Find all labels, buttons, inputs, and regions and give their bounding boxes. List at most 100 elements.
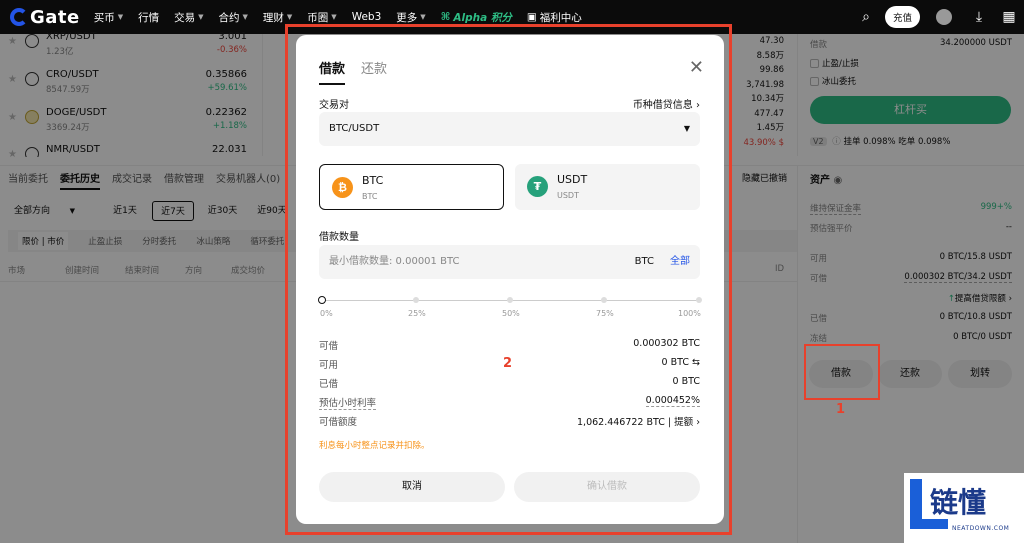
info-value: 0 BTC ⇆ (661, 357, 700, 368)
nav-label: Alpha 积分 (453, 11, 512, 24)
nav-label: 交易 (174, 11, 196, 24)
watermark-brand: 链懂 (930, 486, 987, 519)
slider-tick-label: 50% (502, 309, 520, 318)
nav-label: Web3 (351, 11, 382, 23)
nav-label: 更多 (396, 11, 418, 24)
tab-repay[interactable]: 还款 (361, 58, 387, 85)
nav-item-trade[interactable]: 交易 ▼ (174, 10, 203, 25)
gate-logo[interactable]: Gate (10, 7, 80, 28)
info-label: 已借 (319, 379, 339, 390)
gift-icon: ▣ (526, 11, 537, 23)
pair-label: 交易对 (319, 100, 349, 111)
coin-sub: USDT (557, 191, 579, 200)
annotation-label-1: 1 (836, 402, 846, 417)
nav-item-welfare[interactable]: ▣ 福利中心 (527, 10, 582, 25)
info-label: 可借额度 (319, 417, 358, 428)
info-value: 0 BTC (672, 376, 700, 387)
nav-label: 理财 (262, 11, 284, 24)
slider-tick-label: 25% (408, 309, 426, 318)
amount-label: 借款数量 (319, 232, 359, 243)
info-label: 预估小时利率 (319, 395, 377, 410)
nav-item-alpha[interactable]: ⌘ Alpha 积分 (441, 10, 512, 25)
amount-placeholder: 最小借款数量: 0.00001 BTC (329, 256, 460, 267)
interest-note: 利息每小时整点记录并扣除。 (319, 441, 430, 451)
annotation-label-2: 2 (503, 356, 513, 371)
confirm-borrow-button[interactable]: 确认借款 (514, 472, 700, 502)
avatar[interactable] (936, 9, 952, 25)
gate-logo-mark (10, 8, 28, 26)
nav-label: 币圈 (307, 11, 329, 24)
nav-item-web3[interactable]: Web3 (352, 10, 382, 25)
logo-text: Gate (30, 6, 80, 28)
chevron-down-icon: ▼ (331, 13, 337, 21)
btc-coin-icon: ₿ (332, 177, 353, 198)
info-hourly-rate: 预估小时利率 0.000452% (319, 395, 700, 410)
coin-name: USDT (557, 173, 588, 186)
slider-tick[interactable] (601, 297, 607, 303)
chevron-down-icon: ▼ (286, 13, 293, 21)
pair-select[interactable]: BTC/USDT ▼ (319, 112, 700, 146)
slider-tick-label: 75% (596, 309, 614, 318)
raise-quota-text: 提额 (674, 417, 694, 428)
deposit-button[interactable]: 充值 (884, 6, 920, 28)
caret-down-icon: ▼ (683, 124, 690, 133)
amount-input[interactable]: 最小借款数量: 0.00001 BTC BTC 全部 (319, 245, 700, 279)
nav-item-more[interactable]: 更多 ▼ (396, 10, 425, 25)
download-icon[interactable]: ⤓ (971, 9, 987, 25)
tab-borrow[interactable]: 借款 (319, 58, 346, 85)
coin-sub: BTC (362, 192, 378, 201)
slider-tick-label: 100% (678, 309, 701, 318)
watermark-logo: 链懂 NEATDOWN.COM (904, 473, 1024, 543)
coin-option-btc[interactable]: ₿ BTC BTC (319, 164, 504, 210)
chevron-down-icon: ▼ (420, 13, 426, 21)
chevron-down-icon: ▼ (117, 13, 124, 21)
amount-slider[interactable] (318, 296, 702, 304)
slider-tick[interactable] (507, 297, 513, 303)
alpha-icon: ⌘ (440, 11, 451, 23)
coin-info-text: 币种借贷信息 (632, 100, 693, 111)
info-borrowable: 可借 0.000302 BTC (319, 338, 700, 352)
annotation-box-1 (804, 344, 880, 400)
info-value: 0.000302 BTC (633, 338, 700, 349)
cancel-button[interactable]: 取消 (319, 472, 505, 502)
info-label: 可用 (319, 360, 339, 371)
usdt-coin-icon: ₮ (527, 176, 548, 197)
chevron-right-icon: › (696, 100, 700, 111)
coin-option-usdt[interactable]: ₮ USDT USDT (515, 164, 700, 210)
nav-label: 行情 (138, 11, 160, 24)
coin-name: BTC (362, 174, 384, 187)
slider-handle[interactable] (318, 296, 326, 304)
nav-right: ⌕ 充值 ⤓ ▦ (851, 0, 1024, 34)
slider-tick-label: 0% (320, 309, 333, 318)
slider-tick[interactable] (696, 297, 702, 303)
nav-item-futures[interactable]: 合约 ▼ (219, 10, 248, 25)
nav-label: 福利中心 (539, 11, 582, 24)
nav-menu: 买币 ▼ 行情 交易 ▼ 合约 ▼ 理财 ▼ 币圈 ▼ Web3 更多 ▼ ⌘ Alpha 积… (94, 10, 597, 25)
coin-info-link[interactable]: 币种借贷信息 › (633, 96, 700, 111)
nav-item-markets[interactable]: 行情 (138, 10, 159, 25)
close-icon[interactable]: ✕ (689, 57, 704, 78)
grid-icon[interactable]: ▦ (1001, 9, 1017, 25)
info-borrowed: 已借 0 BTC (319, 376, 700, 390)
pair-value: BTC/USDT (329, 123, 380, 134)
nav-label: 买币 (93, 11, 115, 24)
chevron-down-icon: ▼ (242, 13, 248, 21)
borrow-modal: 借款 还款 ✕ 交易对 币种借贷信息 › BTC/USDT ▼ ₿ BTC BT… (296, 35, 724, 524)
nav-item-buy[interactable]: 买币 ▼ (94, 10, 123, 25)
raise-quota-link[interactable]: 提额 › (674, 417, 700, 428)
nav-item-earn[interactable]: 理财 ▼ (263, 10, 292, 25)
watermark-domain: NEATDOWN.COM (952, 525, 1010, 532)
nav-item-square[interactable]: 币圈 ▼ (307, 10, 336, 25)
info-value: 0.000452% (645, 395, 700, 407)
info-label: 可借 (319, 341, 339, 352)
amount-unit: BTC (634, 256, 654, 267)
max-button[interactable]: 全部 (670, 245, 690, 279)
modal-tabs: 借款 还款 (319, 58, 387, 85)
info-value: 1,062.446722 BTC (577, 417, 665, 428)
search-icon[interactable]: ⌕ (858, 9, 874, 25)
nav-label: 合约 (218, 11, 240, 24)
info-quota: 可借额度 1,062.446722 BTC | 提额 › (319, 414, 700, 428)
slider-tick[interactable] (413, 297, 419, 303)
quota-value-group: 1,062.446722 BTC | 提额 › (577, 417, 700, 428)
chevron-down-icon: ▼ (198, 13, 204, 21)
